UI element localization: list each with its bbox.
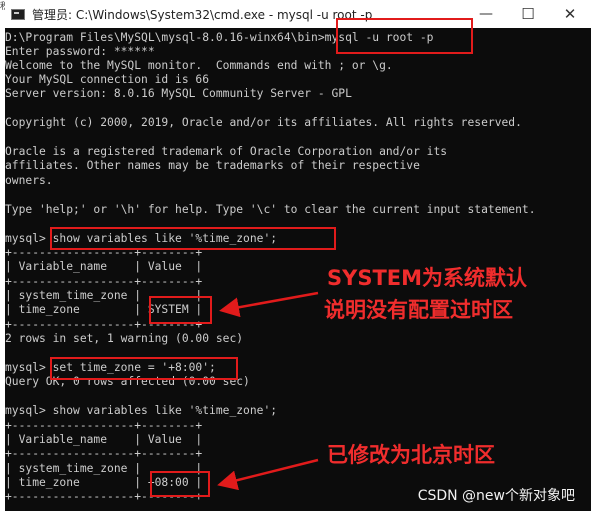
console-line: Welcome to the MySQL monitor. Commands e…	[5, 59, 393, 72]
close-button[interactable]: ✕	[549, 0, 591, 28]
cmd-window: 管理员: C:\Windows\System32\cmd.exe - mysql…	[5, 0, 591, 511]
console-line: Oracle is a registered trademark of Orac…	[5, 145, 448, 158]
highlight-set-time-zone	[50, 357, 238, 380]
console-line: Type 'help;' or '\h' for help. Type '\c'…	[5, 203, 536, 216]
window-controls: — ☐ ✕	[465, 0, 591, 28]
console-line: affiliates. Other names may be trademark…	[5, 159, 420, 172]
console-line: Your MySQL connection id is 66	[5, 73, 210, 86]
console-line: +------------------+--------+	[5, 275, 203, 288]
console-line: Server version: 8.0.16 MySQL Community S…	[5, 87, 352, 100]
annotation-no-timezone-configured: 说明没有配置过时区	[324, 298, 513, 322]
console-line: +------------------+--------+	[5, 419, 203, 432]
title-bar[interactable]: 管理员: C:\Windows\System32\cmd.exe - mysql…	[5, 0, 591, 28]
highlight-login-command	[336, 18, 473, 54]
annotation-system-default: SYSTEM为系统默认	[327, 266, 528, 290]
csdn-watermark: CSDN @new个新对象吧	[417, 488, 575, 504]
console-line: +------------------+--------+	[5, 447, 203, 460]
maximize-button[interactable]: ☐	[507, 0, 549, 28]
console-line: | Variable_name | Value |	[5, 260, 203, 273]
console-line: Copyright (c) 2000, 2019, Oracle and/or …	[5, 116, 522, 129]
annotation-changed-to-beijing: 已修改为北京时区	[327, 443, 495, 467]
highlight-show-variables	[50, 227, 336, 250]
console-line: | Variable_name | Value |	[5, 433, 203, 446]
cmd-icon	[11, 8, 25, 20]
highlight-system-value	[149, 296, 212, 324]
highlight-new-value	[150, 471, 210, 497]
console-line: mysql> show variables like '%time_zone';	[5, 404, 278, 417]
console-line: owners.	[5, 174, 53, 187]
console-line: 2 rows in set, 1 warning (0.00 sec)	[5, 332, 244, 345]
window-title: 管理员: C:\Windows\System32\cmd.exe - mysql…	[32, 7, 373, 22]
console-line: Enter password: ******	[5, 45, 155, 58]
